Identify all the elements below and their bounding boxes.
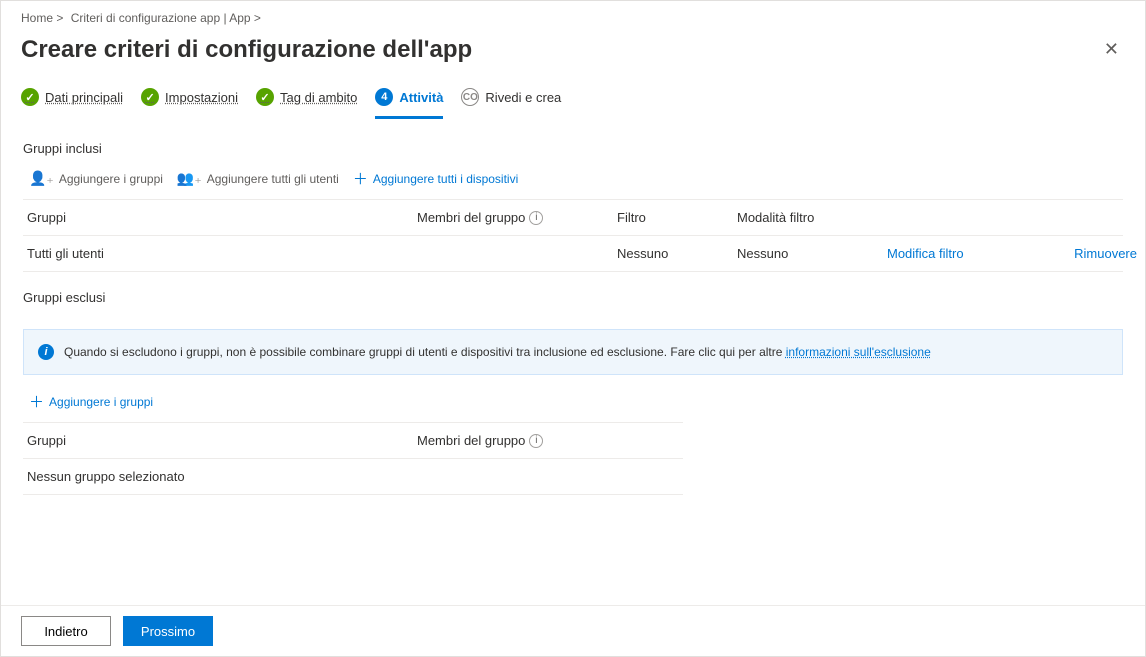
check-icon: ✓ bbox=[256, 88, 274, 106]
step-review[interactable]: CO Rivedi e crea bbox=[461, 88, 561, 119]
add-all-devices-button[interactable]: ＋ Aggiungere tutti i dispositivi bbox=[353, 168, 518, 189]
check-icon: ✓ bbox=[21, 88, 39, 106]
breadcrumb: Home > Criteri di configurazione app | A… bbox=[1, 1, 1145, 29]
info-icon[interactable]: i bbox=[529, 211, 543, 225]
info-icon: i bbox=[38, 344, 54, 360]
person-plus-icon: 👤₊ bbox=[29, 170, 54, 187]
col-filter: Filtro bbox=[617, 210, 737, 225]
breadcrumb-policies[interactable]: Criteri di configurazione app | App > bbox=[71, 11, 261, 25]
exclusion-info-link[interactable]: informazioni sull'esclusione bbox=[786, 345, 931, 359]
people-plus-icon: 👥₊ bbox=[177, 170, 202, 187]
add-excluded-groups-button[interactable]: ＋ Aggiungere i gruppi bbox=[29, 391, 153, 412]
col-mode: Modalità filtro bbox=[737, 210, 887, 225]
pending-step-icon: CO bbox=[461, 88, 479, 106]
wizard-footer: Indietro Prossimo bbox=[1, 605, 1145, 656]
step-basics[interactable]: ✓ Dati principali bbox=[21, 88, 123, 119]
add-groups-button[interactable]: 👤₊ Aggiungere i gruppi bbox=[29, 170, 163, 187]
step-scope-tags[interactable]: ✓ Tag di ambito bbox=[256, 88, 357, 119]
included-table: Gruppi Membri del gruppo i Filtro Modali… bbox=[23, 199, 1123, 272]
step-number-icon: 4 bbox=[375, 88, 393, 106]
back-button[interactable]: Indietro bbox=[21, 616, 111, 646]
page-title: Creare criteri di configurazione dell'ap… bbox=[21, 36, 472, 64]
add-all-devices-label: Aggiungere tutti i dispositivi bbox=[373, 172, 518, 186]
table-header: Gruppi Membri del gruppo i Filtro Modali… bbox=[23, 200, 1123, 236]
add-groups-label: Aggiungere i gruppi bbox=[59, 172, 163, 186]
cell-groups: Tutti gli utenti bbox=[27, 246, 417, 261]
edit-filter-link[interactable]: Modifica filtro bbox=[887, 246, 1037, 261]
col-members: Membri del gruppo i bbox=[417, 433, 679, 448]
included-heading: Gruppi inclusi bbox=[1, 123, 1145, 162]
plus-icon: ＋ bbox=[353, 168, 368, 189]
check-icon: ✓ bbox=[141, 88, 159, 106]
step-label: Tag di ambito bbox=[280, 90, 357, 105]
step-label: Dati principali bbox=[45, 90, 123, 105]
wizard-steps: ✓ Dati principali ✓ Impostazioni ✓ Tag d… bbox=[1, 80, 1145, 123]
included-actions: 👤₊ Aggiungere i gruppi 👥₊ Aggiungere tut… bbox=[1, 162, 1145, 199]
col-groups: Gruppi bbox=[27, 210, 417, 225]
breadcrumb-home[interactable]: Home > bbox=[21, 11, 63, 25]
col-members: Membri del gruppo i bbox=[417, 210, 617, 225]
excluded-heading: Gruppi esclusi bbox=[1, 272, 1145, 311]
exclusion-info-text: Quando si escludono i gruppi, non è poss… bbox=[64, 345, 931, 359]
info-icon[interactable]: i bbox=[529, 434, 543, 448]
col-groups: Gruppi bbox=[27, 433, 417, 448]
table-row-empty: Nessun gruppo selezionato bbox=[23, 459, 683, 495]
step-settings[interactable]: ✓ Impostazioni bbox=[141, 88, 238, 119]
add-excluded-groups-label: Aggiungere i gruppi bbox=[49, 395, 153, 409]
next-button[interactable]: Prossimo bbox=[123, 616, 213, 646]
excluded-table: Gruppi Membri del gruppo i Nessun gruppo… bbox=[23, 422, 683, 495]
cell-filter: Nessuno bbox=[617, 246, 737, 261]
add-all-users-label: Aggiungere tutti gli utenti bbox=[207, 172, 339, 186]
table-header: Gruppi Membri del gruppo i bbox=[23, 423, 683, 459]
close-icon[interactable]: ✕ bbox=[1098, 33, 1125, 66]
add-all-users-button[interactable]: 👥₊ Aggiungere tutti gli utenti bbox=[177, 170, 339, 187]
step-assignments[interactable]: 4 Attività bbox=[375, 88, 443, 119]
step-label: Rivedi e crea bbox=[485, 90, 561, 105]
table-row: Tutti gli utenti Nessuno Nessuno Modific… bbox=[23, 236, 1123, 272]
excluded-actions: ＋ Aggiungere i gruppi bbox=[1, 385, 1145, 422]
step-label: Impostazioni bbox=[165, 90, 238, 105]
empty-text: Nessun gruppo selezionato bbox=[27, 469, 417, 484]
cell-mode: Nessuno bbox=[737, 246, 887, 261]
plus-icon: ＋ bbox=[29, 391, 44, 412]
exclusion-info-banner: i Quando si escludono i gruppi, non è po… bbox=[23, 329, 1123, 375]
remove-link[interactable]: Rimuovere bbox=[1037, 246, 1137, 261]
step-label: Attività bbox=[399, 90, 443, 105]
